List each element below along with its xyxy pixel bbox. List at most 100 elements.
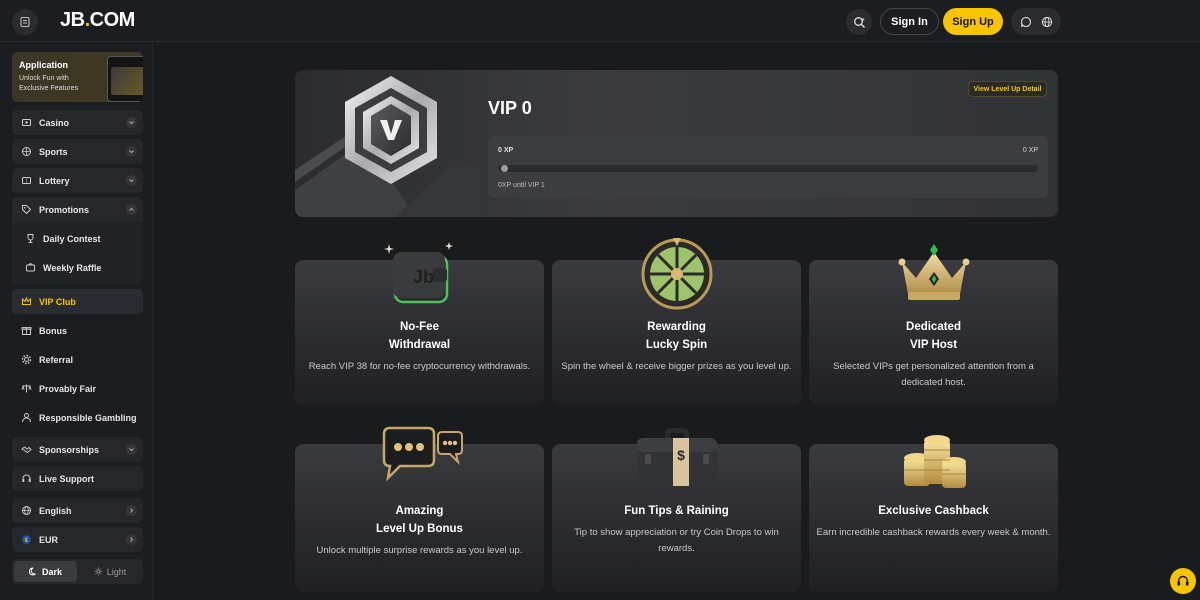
chevron-down-icon <box>126 444 137 455</box>
vip-badge-icon <box>345 76 437 184</box>
sidebar-item-bonus[interactable]: Bonus <box>12 318 143 343</box>
gift-icon <box>21 327 31 335</box>
sidebar-item-sports[interactable]: Sports <box>12 139 143 164</box>
sidebar-item-label: Casino <box>39 117 70 128</box>
sidebar-item-language[interactable]: English <box>12 498 143 523</box>
tag-icon <box>21 205 31 215</box>
sidebar-item-label: Daily Contest <box>43 233 101 244</box>
sidebar-item-label: Responsible Gambling <box>39 412 137 423</box>
theme-light-button[interactable]: Light <box>79 561 141 582</box>
sidebar-item-sponsorships[interactable]: Sponsorships <box>12 437 143 462</box>
chat-button[interactable] <box>1016 12 1036 32</box>
chevron-right-icon <box>126 505 137 516</box>
sidebar-item-live-support[interactable]: Live Support <box>12 466 143 491</box>
sidebar-item-currency[interactable]: € EUR <box>12 527 143 552</box>
site-logo[interactable]: JB.COM <box>60 9 135 32</box>
sidebar-item-daily-contest[interactable]: Daily Contest <box>12 226 143 251</box>
sports-icon <box>21 147 31 156</box>
signup-button[interactable]: Sign Up <box>943 8 1003 35</box>
sidebar-item-label: Bonus <box>39 325 67 336</box>
sidebar-item-label: Sports <box>39 146 68 157</box>
trophy-icon <box>27 234 33 243</box>
feature-title: Rewarding <box>647 321 706 333</box>
feature-description: Unlock multiple surprise rewards as you … <box>316 545 523 556</box>
top-header: JB.COM Sign In Sign Up <box>0 0 1200 42</box>
feature-card-exclusive-cashback: Exclusive Cashback Earn incredible cashb… <box>809 435 1058 592</box>
casino-icon <box>21 119 31 126</box>
xp-progress-panel: 0 XP 0 XP 0XP until VIP 1 <box>488 136 1048 198</box>
sidebar-item-label: English <box>39 505 72 516</box>
person-icon <box>21 413 31 423</box>
feature-description: Earn incredible cashback rewards every w… <box>816 527 1051 538</box>
chevron-down-icon <box>126 175 137 186</box>
signin-button[interactable]: Sign In <box>880 8 939 35</box>
sidebar-item-label: Weekly Raffle <box>43 262 102 273</box>
gear-icon <box>21 354 31 365</box>
feature-title: Level Up Bonus <box>376 523 463 535</box>
theme-toggle: Dark Light <box>12 559 143 584</box>
feature-title: No-Fee <box>400 321 439 333</box>
feature-description: Selected VIPs get personalized attention… <box>833 361 1034 388</box>
raffle-icon <box>25 262 35 272</box>
feature-card-fun-tips-raining: $ Fun Tips & Raining Tip to show appreci… <box>552 428 801 592</box>
xp-progress-knob <box>501 165 508 172</box>
feature-card-no-fee-withdrawal: Jb No-Fee Withdrawal Reach VIP 38 for no… <box>295 242 544 405</box>
vip-status-card: VIP 0 View Level Up Detail 0 XP 0 XP 0XP… <box>295 70 1058 217</box>
chevron-down-icon <box>126 117 137 128</box>
theme-dark-button[interactable]: Dark <box>14 561 77 582</box>
crown-icon <box>21 296 31 305</box>
theme-dark-label: Dark <box>41 566 62 577</box>
svg-text:€: € <box>24 537 28 544</box>
logo-tld: COM <box>89 9 136 31</box>
phone-image <box>107 56 143 102</box>
sidebar-item-label: Provably Fair <box>39 383 97 394</box>
briefcase-icon: $ <box>636 428 717 486</box>
feature-card-level-up-bonus: Amazing Level Up Bonus Unlock multiple s… <box>295 426 544 592</box>
theme-light-label: Light <box>106 566 127 577</box>
feature-title: VIP Host <box>909 339 958 351</box>
sidebar-item-promotions[interactable]: Promotions <box>12 197 143 222</box>
svg-text:$: $ <box>677 447 685 463</box>
xp-current: 0 XP <box>498 147 514 154</box>
sidebar-item-label: VIP Club <box>39 296 76 307</box>
feature-description: Spin the wheel & receive bigger prizes a… <box>561 361 792 372</box>
sidebar-item-responsible-gambling[interactable]: Responsible Gambling <box>12 405 143 430</box>
sidebar-item-lottery[interactable]: Lottery <box>12 168 143 193</box>
scale-icon <box>20 384 32 393</box>
xp-until-text: 0XP until VIP 1 <box>498 182 545 189</box>
sidebar-item-vip-club[interactable]: VIP Club <box>12 289 143 314</box>
view-level-up-detail-button[interactable]: View Level Up Detail <box>968 81 1047 97</box>
headset-icon <box>1177 575 1189 586</box>
sidebar-item-referral[interactable]: Referral <box>12 347 143 372</box>
sidebar-item-label: EUR <box>39 534 59 545</box>
sidebar-item-label: Lottery <box>39 175 70 186</box>
search-icon <box>853 16 865 28</box>
chevron-right-icon <box>126 534 137 545</box>
language-button[interactable] <box>1037 12 1057 32</box>
feature-title: Lucky Spin <box>645 339 708 351</box>
coins-icon <box>903 435 966 488</box>
xp-target: 0 XP <box>1022 147 1038 154</box>
app-promo-card[interactable]: Application Unlock Fun with Exclusive Fe… <box>12 52 143 102</box>
sidebar: Application Unlock Fun with Exclusive Fe… <box>0 43 153 600</box>
wheel-icon <box>641 238 712 310</box>
logo-main: JB <box>60 9 85 31</box>
chevron-down-icon <box>126 146 137 157</box>
search-button[interactable] <box>846 9 872 35</box>
sidebar-item-weekly-raffle[interactable]: Weekly Raffle <box>12 255 143 280</box>
feature-title: Dedicated <box>906 321 961 333</box>
globe-icon <box>1041 16 1052 27</box>
sidebar-item-casino[interactable]: Casino <box>12 110 143 135</box>
feature-title: Withdrawal <box>388 339 451 351</box>
feature-title: Exclusive Cashback <box>878 505 989 517</box>
feature-card-vip-host: Dedicated VIP Host Selected VIPs get per… <box>809 244 1058 405</box>
menu-button[interactable] <box>12 9 38 35</box>
handshake-icon <box>20 446 32 454</box>
sidebar-item-provably-fair[interactable]: Provably Fair <box>12 376 143 401</box>
live-support-button[interactable] <box>1170 568 1196 594</box>
sidebar-item-label: Promotions <box>39 204 90 215</box>
chat-icon <box>1020 16 1031 27</box>
sidebar-item-label: Referral <box>39 354 74 365</box>
feature-title: Fun Tips & Raining <box>624 505 729 517</box>
crown-icon <box>898 244 969 300</box>
